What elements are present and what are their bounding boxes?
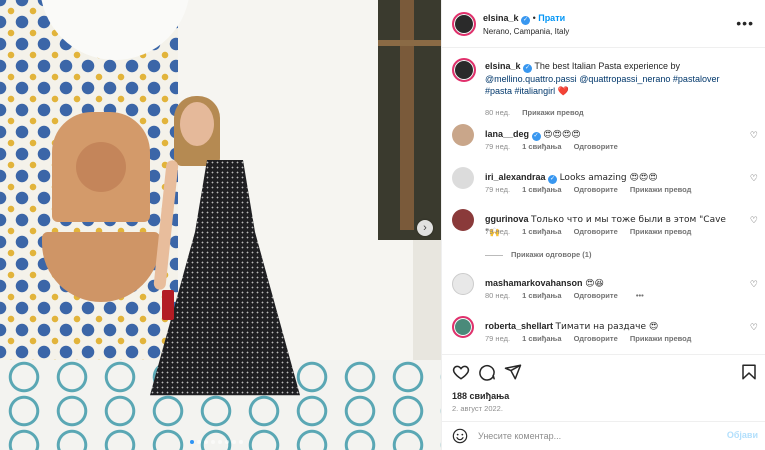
comment-text: 😍😍😍😍 — [543, 130, 581, 140]
add-comment-bar: Објави — [442, 421, 765, 450]
post-comment-button[interactable]: Објави — [727, 430, 758, 440]
comment-username[interactable]: lana__deg — [485, 129, 529, 139]
heart-icon[interactable]: ♡ — [750, 322, 758, 333]
carousel-dot — [197, 440, 201, 444]
instagram-post-view: › elsina_k ✓ • Прати Nerano, Campania, I… — [0, 0, 765, 450]
comment-likes[interactable]: 1 свиђања — [522, 185, 561, 194]
translate-button[interactable]: Прикажи превод — [630, 185, 692, 194]
comment-likes[interactable]: 1 свиђања — [522, 142, 561, 151]
caption-username[interactable]: elsina_k — [485, 61, 521, 71]
comment-input[interactable] — [478, 428, 708, 444]
translate-button[interactable]: Прикажи превод — [522, 108, 584, 117]
heart-icon[interactable]: ♡ — [750, 173, 758, 184]
verified-icon: ✓ — [521, 16, 531, 25]
mention-link[interactable]: @quattropassi_nerano — [579, 74, 670, 84]
hashtag-link[interactable]: #italiangirl — [515, 86, 556, 96]
comment-item: iri_alexandraa ✓ Looks amazing 😍😍😍 79 не… — [442, 167, 765, 203]
verified-icon: ✓ — [531, 132, 541, 141]
woman-face — [180, 102, 214, 146]
post-sidebar: elsina_k ✓ • Прати Nerano, Campania, Ita… — [441, 0, 765, 450]
chevron-right-icon[interactable]: › — [417, 220, 433, 236]
follow-button[interactable]: Прати — [538, 13, 565, 23]
post-photo[interactable]: › — [0, 0, 441, 450]
fountain — [42, 112, 160, 312]
avatar[interactable] — [452, 209, 474, 231]
author-username[interactable]: elsina_k — [483, 13, 519, 23]
translate-button[interactable]: Прикажи превод — [630, 334, 692, 343]
carousel-dot — [211, 440, 215, 444]
share-icon[interactable] — [504, 363, 522, 381]
comment-time[interactable]: 79 нед. — [485, 227, 510, 236]
avatar[interactable] — [452, 167, 474, 189]
reply-button[interactable]: Одговорите — [574, 142, 618, 151]
hashtag-link[interactable]: #pastalover — [673, 74, 720, 84]
comment-username[interactable]: roberta_shellart — [485, 321, 553, 331]
post-date[interactable]: 2. август 2022. — [452, 404, 503, 413]
carousel-dot — [190, 440, 194, 444]
heart-icon[interactable]: ♡ — [750, 215, 758, 226]
carousel-dot — [218, 440, 222, 444]
heart-emoji: ❤️ — [557, 87, 569, 97]
comment-item: roberta_shellart Тимати на раздаче 😍 79 … — [442, 316, 765, 352]
comment-text: Looks amazing 😍😍😍 — [559, 173, 658, 183]
comment-item: ggurinova Только что и мы тоже были в эт… — [442, 209, 765, 265]
comment-item: lana__deg ✓ 😍😍😍😍 79 нед. 1 свиђања Одгов… — [442, 124, 765, 160]
carousel-dot — [204, 440, 208, 444]
post-header: elsina_k ✓ • Прати Nerano, Campania, Ita… — [442, 0, 765, 48]
emoji-icon[interactable] — [452, 428, 468, 444]
reply-button[interactable]: Одговорите — [574, 334, 618, 343]
caption-text: The best Italian Pasta experience by — [534, 61, 680, 71]
avatar[interactable] — [452, 12, 476, 36]
translate-button[interactable]: Прикажи превод — [630, 227, 692, 236]
avatar[interactable] — [452, 58, 476, 82]
reply-button[interactable]: Одговорите — [574, 227, 618, 236]
comment-text: Тимати на раздаче 😍 — [555, 322, 659, 332]
comment-username[interactable]: mashamarkovahanson — [485, 278, 583, 288]
carousel-dot — [232, 440, 236, 444]
likes-count[interactable]: 188 свиђања — [452, 391, 509, 401]
reply-button[interactable]: Одговорите — [574, 185, 618, 194]
comment-time[interactable]: 79 нед. — [485, 185, 510, 194]
avatar[interactable] — [452, 273, 474, 295]
comment-likes[interactable]: 1 свиђања — [522, 334, 561, 343]
bookmark-icon[interactable] — [740, 363, 758, 381]
avatar[interactable] — [452, 124, 474, 146]
comment-icon[interactable] — [478, 363, 496, 381]
hashtag-link[interactable]: #pasta — [485, 86, 512, 96]
comment-time[interactable]: 80 нед. — [485, 291, 510, 300]
comment-text: 😍😆 — [585, 279, 604, 289]
avatar[interactable] — [452, 316, 474, 338]
heart-icon[interactable] — [452, 363, 470, 381]
reply-button[interactable]: Одговорите — [574, 291, 618, 300]
more-options-icon[interactable]: ••• — [736, 15, 754, 31]
caption: elsina_k ✓ The best Italian Pasta experi… — [442, 58, 765, 118]
wooden-window — [378, 0, 441, 240]
mention-link[interactable]: @mellino.quattro.passi — [485, 74, 577, 84]
red-clutch — [162, 290, 174, 320]
comment-likes[interactable]: 1 свиђања — [522, 291, 561, 300]
comment-likes[interactable]: 1 свиђања — [522, 227, 561, 236]
carousel-dot — [239, 440, 243, 444]
view-replies-button[interactable]: Прикажи одговоре (1) — [485, 250, 591, 259]
heart-icon[interactable]: ♡ — [750, 130, 758, 141]
comments-list[interactable]: elsina_k ✓ The best Italian Pasta experi… — [442, 48, 765, 354]
comment-username[interactable]: iri_alexandraa — [485, 172, 546, 182]
carousel-dot — [225, 440, 229, 444]
comment-time[interactable]: 79 нед. — [485, 142, 510, 151]
comment-item: mashamarkovahanson 😍😆 80 нед. 1 свиђања … — [442, 273, 765, 309]
comment-username[interactable]: ggurinova — [485, 214, 529, 224]
heart-icon[interactable]: ♡ — [750, 279, 758, 290]
caption-time[interactable]: 80 нед. — [485, 108, 510, 117]
comment-time[interactable]: 79 нед. — [485, 334, 510, 343]
comment-options-icon[interactable]: ••• — [636, 291, 644, 300]
verified-icon: ✓ — [523, 64, 533, 73]
carousel-dots — [190, 440, 243, 444]
post-location[interactable]: Nerano, Campania, Italy — [483, 27, 569, 36]
verified-icon: ✓ — [548, 175, 558, 184]
